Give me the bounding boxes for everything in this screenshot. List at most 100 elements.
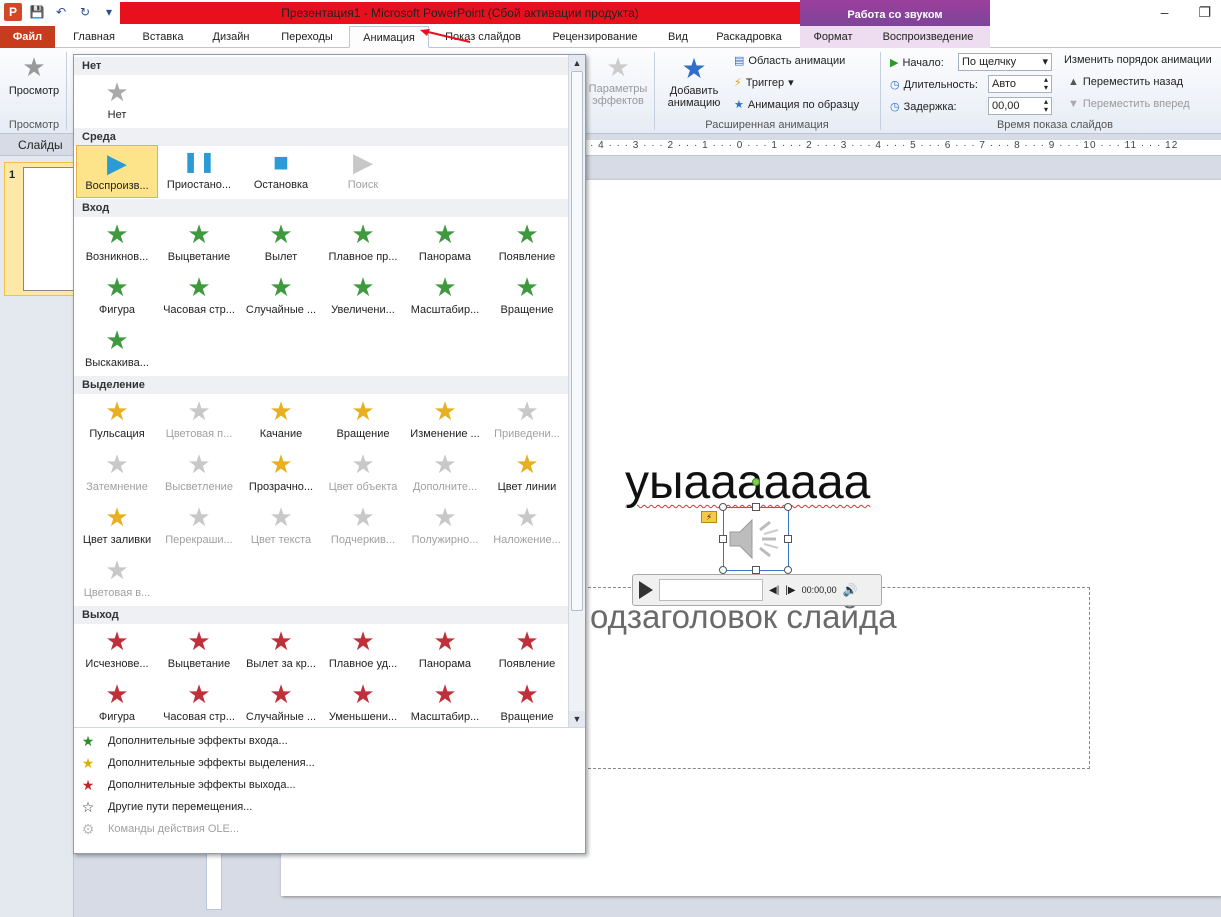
tab-storyboard[interactable]: Раскадровка: [706, 26, 792, 48]
animation-emphasis-13[interactable]: ★ Перекраши...: [158, 500, 240, 553]
animation-pane-button[interactable]: ▤ Область анимации: [734, 54, 845, 68]
animation-emphasis-3[interactable]: ★ Вращение: [322, 394, 404, 447]
animation-emphasis-11[interactable]: ★ Цвет линии: [486, 447, 568, 500]
rotate-handle[interactable]: [752, 478, 760, 486]
scroll-down-icon[interactable]: ▼: [569, 711, 585, 727]
animation-entrance-9[interactable]: ★ Увеличени...: [322, 270, 404, 323]
animation-entrance-12[interactable]: ★ Выскакива...: [76, 323, 158, 376]
tab-view[interactable]: Вид: [658, 26, 698, 48]
slide-thumbnail[interactable]: [23, 167, 75, 291]
animation-emphasis-7[interactable]: ★ Высветление: [158, 447, 240, 500]
more-exit-effects[interactable]: ★ Дополнительные эффекты выхода...: [78, 774, 296, 796]
animation-emphasis-1[interactable]: ★ Цветовая п...: [158, 394, 240, 447]
animation-emphasis-14[interactable]: ★ Цвет текста: [240, 500, 322, 553]
tab-insert[interactable]: Вставка: [134, 26, 192, 48]
ole-action-verbs[interactable]: ⚙ Команды действия OLE...: [78, 818, 239, 840]
audio-object[interactable]: [719, 503, 792, 574]
animation-emphasis-16[interactable]: ★ Полужирно...: [404, 500, 486, 553]
tab-playback[interactable]: Воспроизведение: [870, 26, 986, 48]
minimize-icon[interactable]: –: [1161, 4, 1169, 21]
restore-icon[interactable]: ❐: [1198, 4, 1211, 21]
resize-handle[interactable]: [784, 503, 792, 511]
powerpoint-logo-icon[interactable]: P: [4, 3, 22, 21]
resize-handle[interactable]: [752, 566, 760, 574]
skip-forward-icon[interactable]: |▶: [785, 585, 795, 596]
play-icon[interactable]: [639, 581, 653, 599]
animation-emphasis-12[interactable]: ★ Цвет заливки: [76, 500, 158, 553]
animation-media-3[interactable]: ▶ Поиск: [322, 145, 404, 198]
tab-animations[interactable]: Анимация: [349, 26, 429, 48]
more-emphasis-effects[interactable]: ★ Дополнительные эффекты выделения...: [78, 752, 315, 774]
tab-design[interactable]: Дизайн: [200, 26, 262, 48]
animation-emphasis-8[interactable]: ★ Прозрачно...: [240, 447, 322, 500]
animation-exit-4[interactable]: ★ Панорама: [404, 624, 486, 677]
animation-emphasis-15[interactable]: ★ Подчеркив...: [322, 500, 404, 553]
save-icon[interactable]: 💾: [28, 3, 46, 21]
animation-emphasis-4[interactable]: ★ Изменение ...: [404, 394, 486, 447]
scroll-thumb[interactable]: [571, 71, 583, 611]
redo-icon[interactable]: ↻: [76, 3, 94, 21]
undo-icon[interactable]: ↶: [52, 3, 70, 21]
animation-emphasis-0[interactable]: ★ Пульсация: [76, 394, 158, 447]
slide-title-text[interactable]: уыааааааа: [625, 455, 870, 510]
audio-progress-track[interactable]: [659, 579, 763, 601]
resize-handle[interactable]: [719, 535, 727, 543]
trigger-button[interactable]: ⚡ Триггер ▾: [734, 76, 794, 90]
animation-exit-8[interactable]: ★ Случайные ...: [240, 677, 322, 730]
animation-emphasis-6[interactable]: ★ Затемнение: [76, 447, 158, 500]
spin-icon[interactable]: ▴ ▾: [1044, 98, 1048, 114]
animation-entrance-11[interactable]: ★ Вращение: [486, 270, 568, 323]
animation-exit-5[interactable]: ★ Появление: [486, 624, 568, 677]
animation-entrance-10[interactable]: ★ Масштабир...: [404, 270, 486, 323]
animation-entrance-3[interactable]: ★ Плавное пр...: [322, 217, 404, 270]
animation-exit-0[interactable]: ★ Исчезнове...: [76, 624, 158, 677]
animation-entrance-6[interactable]: ★ Фигура: [76, 270, 158, 323]
tab-home[interactable]: Главная: [62, 26, 126, 48]
trigger-lightning-icon[interactable]: ⚡: [701, 511, 717, 523]
slides-pane-header[interactable]: Слайды: [0, 134, 73, 156]
animation-entrance-8[interactable]: ★ Случайные ...: [240, 270, 322, 323]
resize-handle[interactable]: [784, 566, 792, 574]
animation-exit-3[interactable]: ★ Плавное уд...: [322, 624, 404, 677]
resize-handle[interactable]: [784, 535, 792, 543]
tab-review[interactable]: Рецензирование: [540, 26, 650, 48]
volume-icon[interactable]: 🔊: [843, 583, 858, 597]
animation-entrance-4[interactable]: ★ Панорама: [404, 217, 486, 270]
animation-emphasis-9[interactable]: ★ Цвет объекта: [322, 447, 404, 500]
animation-entrance-7[interactable]: ★ Часовая стр...: [158, 270, 240, 323]
effect-options-button[interactable]: ★ Параметры эффектов: [586, 52, 650, 107]
slide-thumbnail-selected[interactable]: 1: [4, 162, 75, 296]
animation-media-1[interactable]: ❚❚ Приостано...: [158, 145, 240, 198]
animation-entrance-0[interactable]: ★ Возникнов...: [76, 217, 158, 270]
add-animation-button[interactable]: ★ Добавить анимацию: [660, 52, 728, 109]
skip-back-icon[interactable]: ◀|: [769, 585, 779, 596]
customize-qat-icon[interactable]: ▾: [100, 3, 118, 21]
spin-icon[interactable]: ▴ ▾: [1044, 76, 1048, 92]
scroll-up-icon[interactable]: ▲: [569, 55, 585, 71]
animation-emphasis-10[interactable]: ★ Дополните...: [404, 447, 486, 500]
more-motion-paths[interactable]: ☆ Другие пути перемещения...: [78, 796, 253, 818]
tab-format[interactable]: Формат: [804, 26, 862, 48]
animation-exit-7[interactable]: ★ Часовая стр...: [158, 677, 240, 730]
start-select[interactable]: По щелчку ▾: [958, 53, 1052, 71]
animation-entrance-1[interactable]: ★ Выцветание: [158, 217, 240, 270]
animation-exit-10[interactable]: ★ Масштабир...: [404, 677, 486, 730]
duration-spinner[interactable]: Авто ▴ ▾: [988, 75, 1052, 93]
more-entrance-effects[interactable]: ★ Дополнительные эффекты входа...: [78, 730, 288, 752]
animation-exit-2[interactable]: ★ Вылет за кр...: [240, 624, 322, 677]
animation-entrance-2[interactable]: ★ Вылет: [240, 217, 322, 270]
animation-entrance-5[interactable]: ★ Появление: [486, 217, 568, 270]
resize-handle[interactable]: [752, 503, 760, 511]
animation-exit-9[interactable]: ★ Уменьшени...: [322, 677, 404, 730]
animation-exit-1[interactable]: ★ Выцветание: [158, 624, 240, 677]
move-later-button[interactable]: ▼ Переместить вперед: [1068, 98, 1190, 110]
tab-file[interactable]: Файл: [0, 26, 55, 48]
animation-emphasis-2[interactable]: ★ Качание: [240, 394, 322, 447]
animation-media-2[interactable]: ■ Остановка: [240, 145, 322, 198]
animation-emphasis-5[interactable]: ★ Приведени...: [486, 394, 568, 447]
tab-transitions[interactable]: Переходы: [270, 26, 344, 48]
animation-exit-6[interactable]: ★ Фигура: [76, 677, 158, 730]
animation-painter-button[interactable]: ★ Анимация по образцу: [734, 98, 859, 112]
animation-emphasis-17[interactable]: ★ Наложение...: [486, 500, 568, 553]
resize-handle[interactable]: [719, 503, 727, 511]
